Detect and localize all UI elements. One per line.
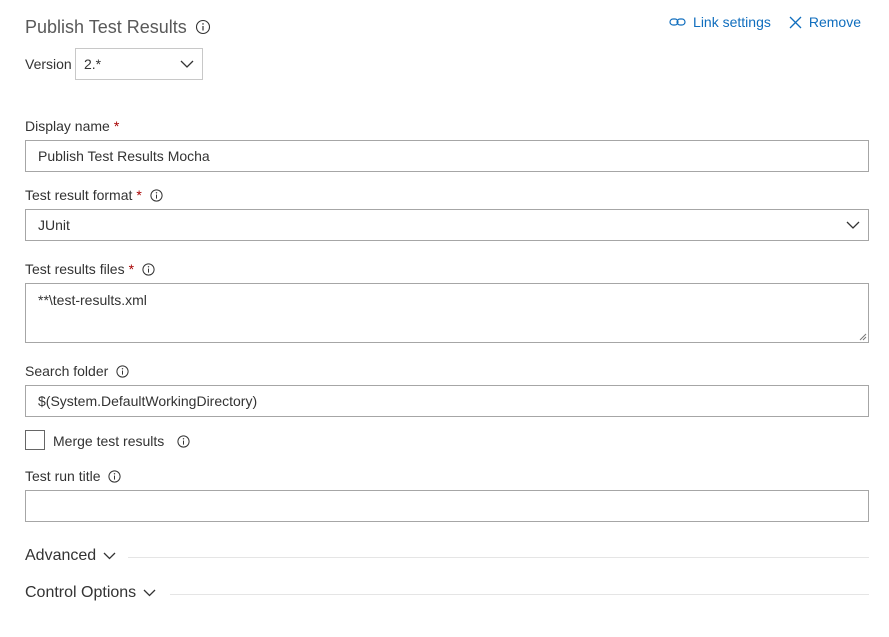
info-icon[interactable] [195, 19, 211, 35]
display-name-label: Display name * [25, 117, 119, 135]
header-actions: Link settings Remove [669, 14, 861, 30]
control-options-section-toggle[interactable]: Control Options [25, 584, 156, 602]
info-icon[interactable] [142, 262, 155, 276]
test-results-files-value: **\test-results.xml [38, 292, 147, 308]
test-results-files-label: Test results files * [25, 260, 155, 278]
test-run-title-label: Test run title [25, 467, 122, 485]
search-folder-label-text: Search folder [25, 363, 109, 379]
link-settings-label: Link settings [693, 14, 771, 30]
page-title-row: Publish Test Results [25, 15, 211, 39]
advanced-section-toggle[interactable]: Advanced [25, 547, 116, 565]
test-results-files-label-text: Test results files [25, 261, 125, 277]
merge-test-results-label-text: Merge test results [53, 433, 165, 449]
test-result-format-label: Test result format * [25, 186, 163, 204]
link-icon [669, 18, 686, 26]
test-results-files-textarea[interactable]: **\test-results.xml [25, 283, 869, 343]
remove-button[interactable]: Remove [789, 14, 861, 30]
close-icon [789, 16, 802, 28]
chevron-down-icon [143, 589, 156, 597]
chevron-down-icon [103, 552, 116, 560]
required-marker: * [128, 261, 135, 277]
test-result-format-select[interactable]: JUnit [25, 209, 869, 241]
display-name-value: Publish Test Results Mocha [38, 148, 210, 164]
test-result-format-value: JUnit [38, 217, 70, 233]
merge-test-results-label: Merge test results [53, 432, 190, 450]
test-result-format-label-text: Test result format [25, 187, 133, 203]
section-divider [170, 594, 869, 595]
test-run-title-input[interactable] [25, 490, 869, 522]
display-name-label-text: Display name [25, 118, 110, 134]
version-select[interactable]: 2.* [75, 48, 203, 80]
link-settings-button[interactable]: Link settings [669, 14, 771, 30]
required-marker: * [113, 118, 120, 134]
resize-grip-icon[interactable] [858, 332, 867, 341]
page-title: Publish Test Results [25, 17, 187, 37]
chevron-down-icon [180, 60, 194, 68]
search-folder-label: Search folder [25, 362, 129, 380]
info-icon[interactable] [108, 469, 122, 483]
search-folder-value: $(System.DefaultWorkingDirectory) [38, 393, 258, 409]
info-icon[interactable] [150, 188, 163, 202]
version-value: 2.* [84, 56, 102, 72]
merge-test-results-checkbox[interactable] [25, 430, 45, 450]
info-icon[interactable] [177, 434, 190, 448]
search-folder-input[interactable]: $(System.DefaultWorkingDirectory) [25, 385, 869, 417]
advanced-label: Advanced [25, 547, 97, 564]
control-options-label: Control Options [25, 584, 137, 601]
test-run-title-label-text: Test run title [25, 468, 101, 484]
display-name-input[interactable]: Publish Test Results Mocha [25, 140, 869, 172]
version-label: Version [25, 56, 72, 72]
required-marker: * [136, 187, 142, 203]
section-divider [128, 557, 869, 558]
info-icon[interactable] [116, 364, 129, 378]
chevron-down-icon [846, 221, 860, 229]
remove-label: Remove [808, 14, 861, 30]
